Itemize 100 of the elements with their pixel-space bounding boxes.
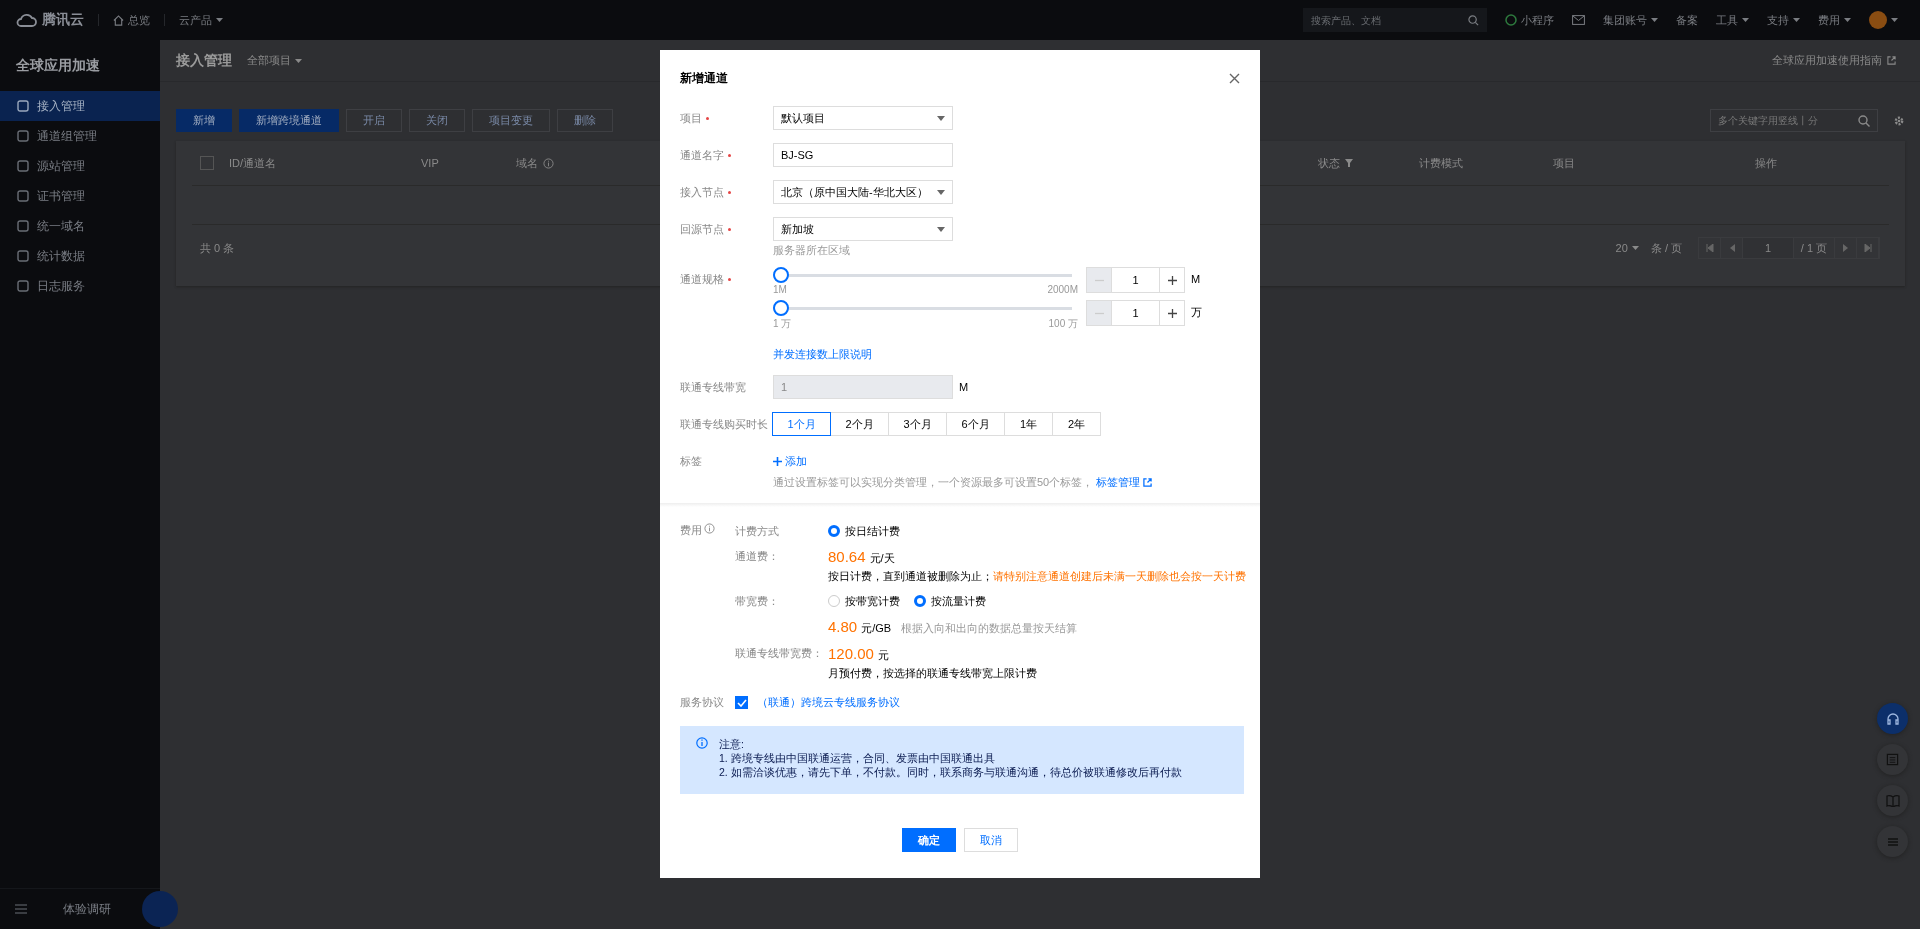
external-link-icon [1887, 56, 1896, 65]
first-page-icon[interactable] [1705, 244, 1714, 252]
field-label: 回源节点 [680, 221, 724, 237]
name-input[interactable]: BJ-SG [773, 143, 953, 167]
agreement-checkbox[interactable] [735, 696, 748, 709]
sidebar-item[interactable]: 通道组管理 [0, 121, 160, 151]
duration-option[interactable]: 6个月 [946, 412, 1005, 436]
guide-link[interactable]: 全球应用加速使用指南 [1772, 53, 1882, 68]
top-menu-item[interactable]: 集团账号 [1603, 12, 1647, 28]
concurrency-link[interactable]: 并发连接数上限说明 [773, 347, 872, 362]
sidebar-item[interactable]: 统一域名 [0, 211, 160, 241]
nav-link[interactable]: 总览 [128, 12, 150, 28]
toolbar-button[interactable]: 新增 [176, 109, 232, 132]
sidebar-item[interactable]: 接入管理 [0, 91, 160, 121]
checkbox[interactable] [200, 156, 214, 170]
ring-icon [1505, 14, 1517, 26]
add-tag-link[interactable]: 添加 [785, 449, 807, 473]
page-size-dropdown[interactable]: 20 [1615, 242, 1628, 254]
price-unit: 元/GB [861, 621, 892, 636]
confirm-button[interactable]: 确定 [902, 828, 956, 852]
sidebar-item[interactable]: 日志服务 [0, 271, 160, 301]
total-count: 共 0 条 [200, 240, 235, 256]
headset-icon[interactable] [1877, 703, 1908, 734]
toolbar-button[interactable]: 删除 [557, 109, 613, 132]
settings-icon[interactable] [1893, 114, 1905, 127]
caret-icon [1844, 18, 1851, 22]
nav-link[interactable]: 云产品 [179, 12, 212, 28]
search-field[interactable]: 搜索产品、文档 [1303, 8, 1487, 32]
page-size-label: 条 / 页 [1650, 240, 1682, 256]
select-field[interactable]: 北京（原中国大陆-华北大区） [773, 180, 953, 204]
info-icon [704, 523, 715, 534]
agreement-label: 服务协议 [680, 695, 725, 710]
slider-thumb[interactable] [773, 300, 789, 316]
sidebar-item[interactable]: 源站管理 [0, 151, 160, 181]
caret-icon [1631, 246, 1639, 250]
slider-max-label: 100 万 [1048, 317, 1078, 331]
slider-max-label: 2000M [1047, 284, 1078, 295]
previous-page-icon[interactable] [1728, 244, 1735, 252]
menu-icon[interactable] [15, 904, 27, 914]
agreement-link[interactable]: （联通）跨境云专线服务协议 [757, 695, 900, 710]
duration-option[interactable]: 2个月 [830, 412, 889, 436]
external-link-icon[interactable] [1143, 478, 1153, 487]
column-header: VIP [421, 157, 439, 169]
project-dropdown[interactable]: 全部项目 [247, 53, 291, 68]
caret-icon [937, 189, 945, 195]
survey-link[interactable]: 体验调研 [63, 900, 111, 918]
toolbar-button[interactable]: 开启 [346, 109, 402, 132]
radio-label[interactable]: 按带宽计费 [845, 593, 900, 609]
sidebar-title: 全球应用加速 [15, 56, 101, 75]
column-header: 状态 [1318, 155, 1340, 171]
close-icon[interactable] [1229, 72, 1240, 84]
top-menu-item[interactable]: 支持 [1767, 12, 1789, 28]
avatar[interactable] [1869, 11, 1887, 29]
unit-label: M [1191, 272, 1201, 287]
select-field[interactable]: 默认项目 [773, 106, 953, 130]
plus-icon [1167, 308, 1177, 318]
radio-button[interactable] [828, 525, 840, 537]
fee-item-label: 带宽费： [735, 595, 779, 607]
top-menu-item[interactable]: 工具 [1716, 12, 1738, 28]
column-header: 计费模式 [1419, 155, 1463, 171]
sidebar-item[interactable]: 证书管理 [0, 181, 160, 211]
toolbar-button[interactable]: 项目变更 [472, 109, 550, 132]
field-label: 项目 [680, 110, 702, 126]
radio-label[interactable]: 按日结计费 [845, 523, 900, 539]
next-page-icon[interactable] [1842, 244, 1849, 252]
caret-icon [937, 115, 945, 121]
logo-text[interactable]: 腾讯云 [42, 11, 84, 29]
tag-hint: 通过设置标签可以实现分类管理，一个资源最多可设置50个标签， [773, 475, 1094, 490]
duration-option[interactable]: 2年 [1052, 412, 1101, 436]
mail-icon[interactable] [1572, 15, 1585, 25]
mini-program-link[interactable]: 小程序 [1521, 12, 1554, 28]
duration-option[interactable]: 3个月 [888, 412, 947, 436]
duration-option[interactable]: 1年 [1004, 412, 1053, 436]
price-unit: 元 [877, 648, 889, 663]
search-icon [1858, 114, 1870, 127]
sliders-icon[interactable] [1877, 826, 1908, 857]
field-label: 通道名字 [680, 147, 724, 163]
search-icon [1468, 14, 1479, 26]
info-icon [543, 157, 554, 169]
caret-icon [295, 58, 302, 63]
toolbar-button[interactable]: 关闭 [409, 109, 465, 132]
sidebar-item[interactable]: 统计数据 [0, 241, 160, 271]
radio-button[interactable] [914, 595, 926, 607]
unit-label: M [959, 380, 969, 395]
top-menu-item[interactable]: 备案 [1676, 12, 1698, 28]
filter-icon[interactable] [1345, 159, 1353, 167]
tag-management-link[interactable]: 标签管理 [1096, 475, 1141, 490]
floating-circle[interactable] [142, 891, 178, 927]
duration-option[interactable]: 1个月 [772, 412, 831, 436]
last-page-icon[interactable] [1863, 244, 1872, 252]
book-icon[interactable] [1877, 785, 1908, 816]
fee-item-label: 通道费： [735, 550, 779, 562]
top-menu-item[interactable]: 费用 [1818, 12, 1840, 28]
toolbar-button[interactable]: 新增跨境通道 [239, 109, 339, 132]
cancel-button[interactable]: 取消 [964, 828, 1018, 852]
fee-item-label: 联通专线带宽费： [735, 647, 823, 659]
select-field[interactable]: 新加坡 [773, 217, 953, 241]
slider-thumb[interactable] [773, 267, 789, 283]
radio-label[interactable]: 按流量计费 [931, 593, 986, 609]
slider-min-label: 1 万 [773, 317, 792, 331]
